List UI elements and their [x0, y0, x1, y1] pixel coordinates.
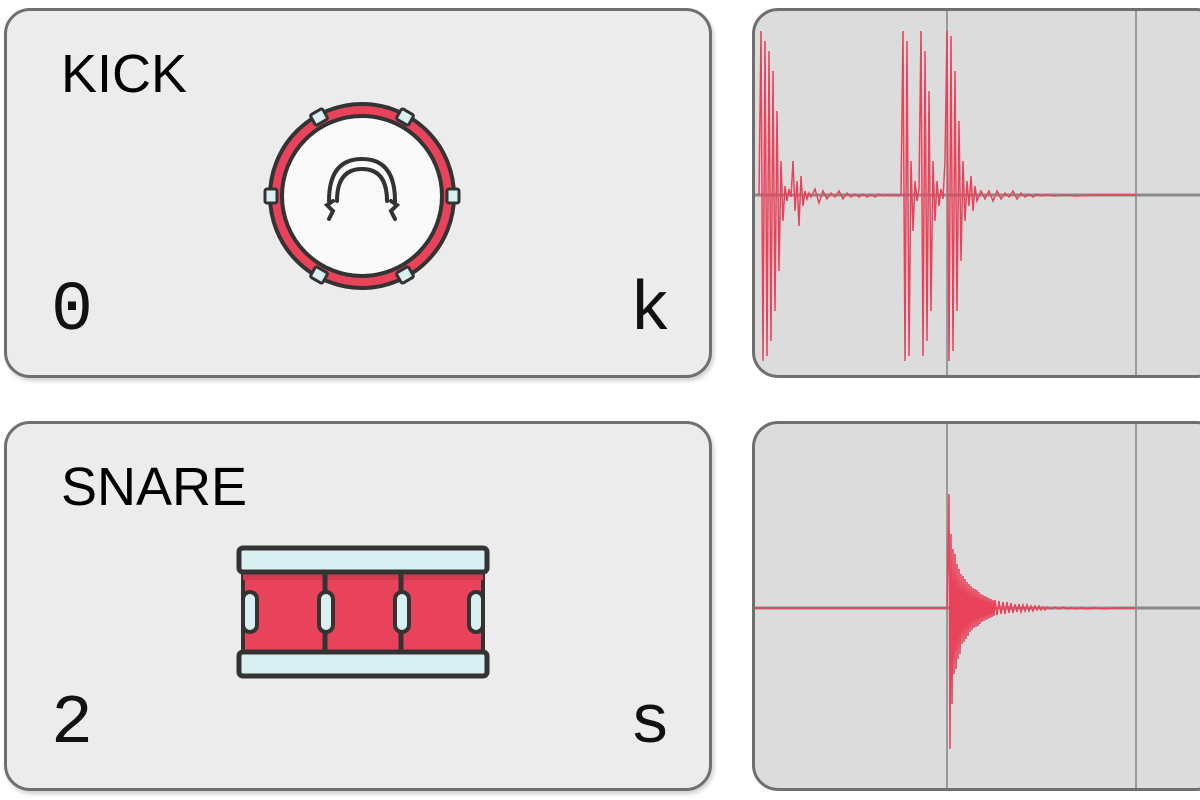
pad-key: k	[628, 272, 671, 351]
pad-kick[interactable]: KICK 0 k	[4, 8, 712, 378]
pad-title: SNARE	[61, 457, 248, 517]
pad-snare[interactable]: SNARE 2 s	[4, 421, 712, 791]
pad-key: s	[628, 685, 671, 764]
waveform-snare	[752, 421, 1200, 791]
waveform-kick-plot	[755, 11, 1200, 375]
kick-drum-icon	[257, 101, 467, 291]
snare-drum-icon	[235, 544, 491, 680]
pad-index: 0	[51, 272, 94, 351]
waveform-kick	[752, 8, 1200, 378]
pad-index: 2	[51, 685, 94, 764]
pad-title: KICK	[61, 44, 188, 104]
waveform-snare-plot	[755, 424, 1200, 788]
